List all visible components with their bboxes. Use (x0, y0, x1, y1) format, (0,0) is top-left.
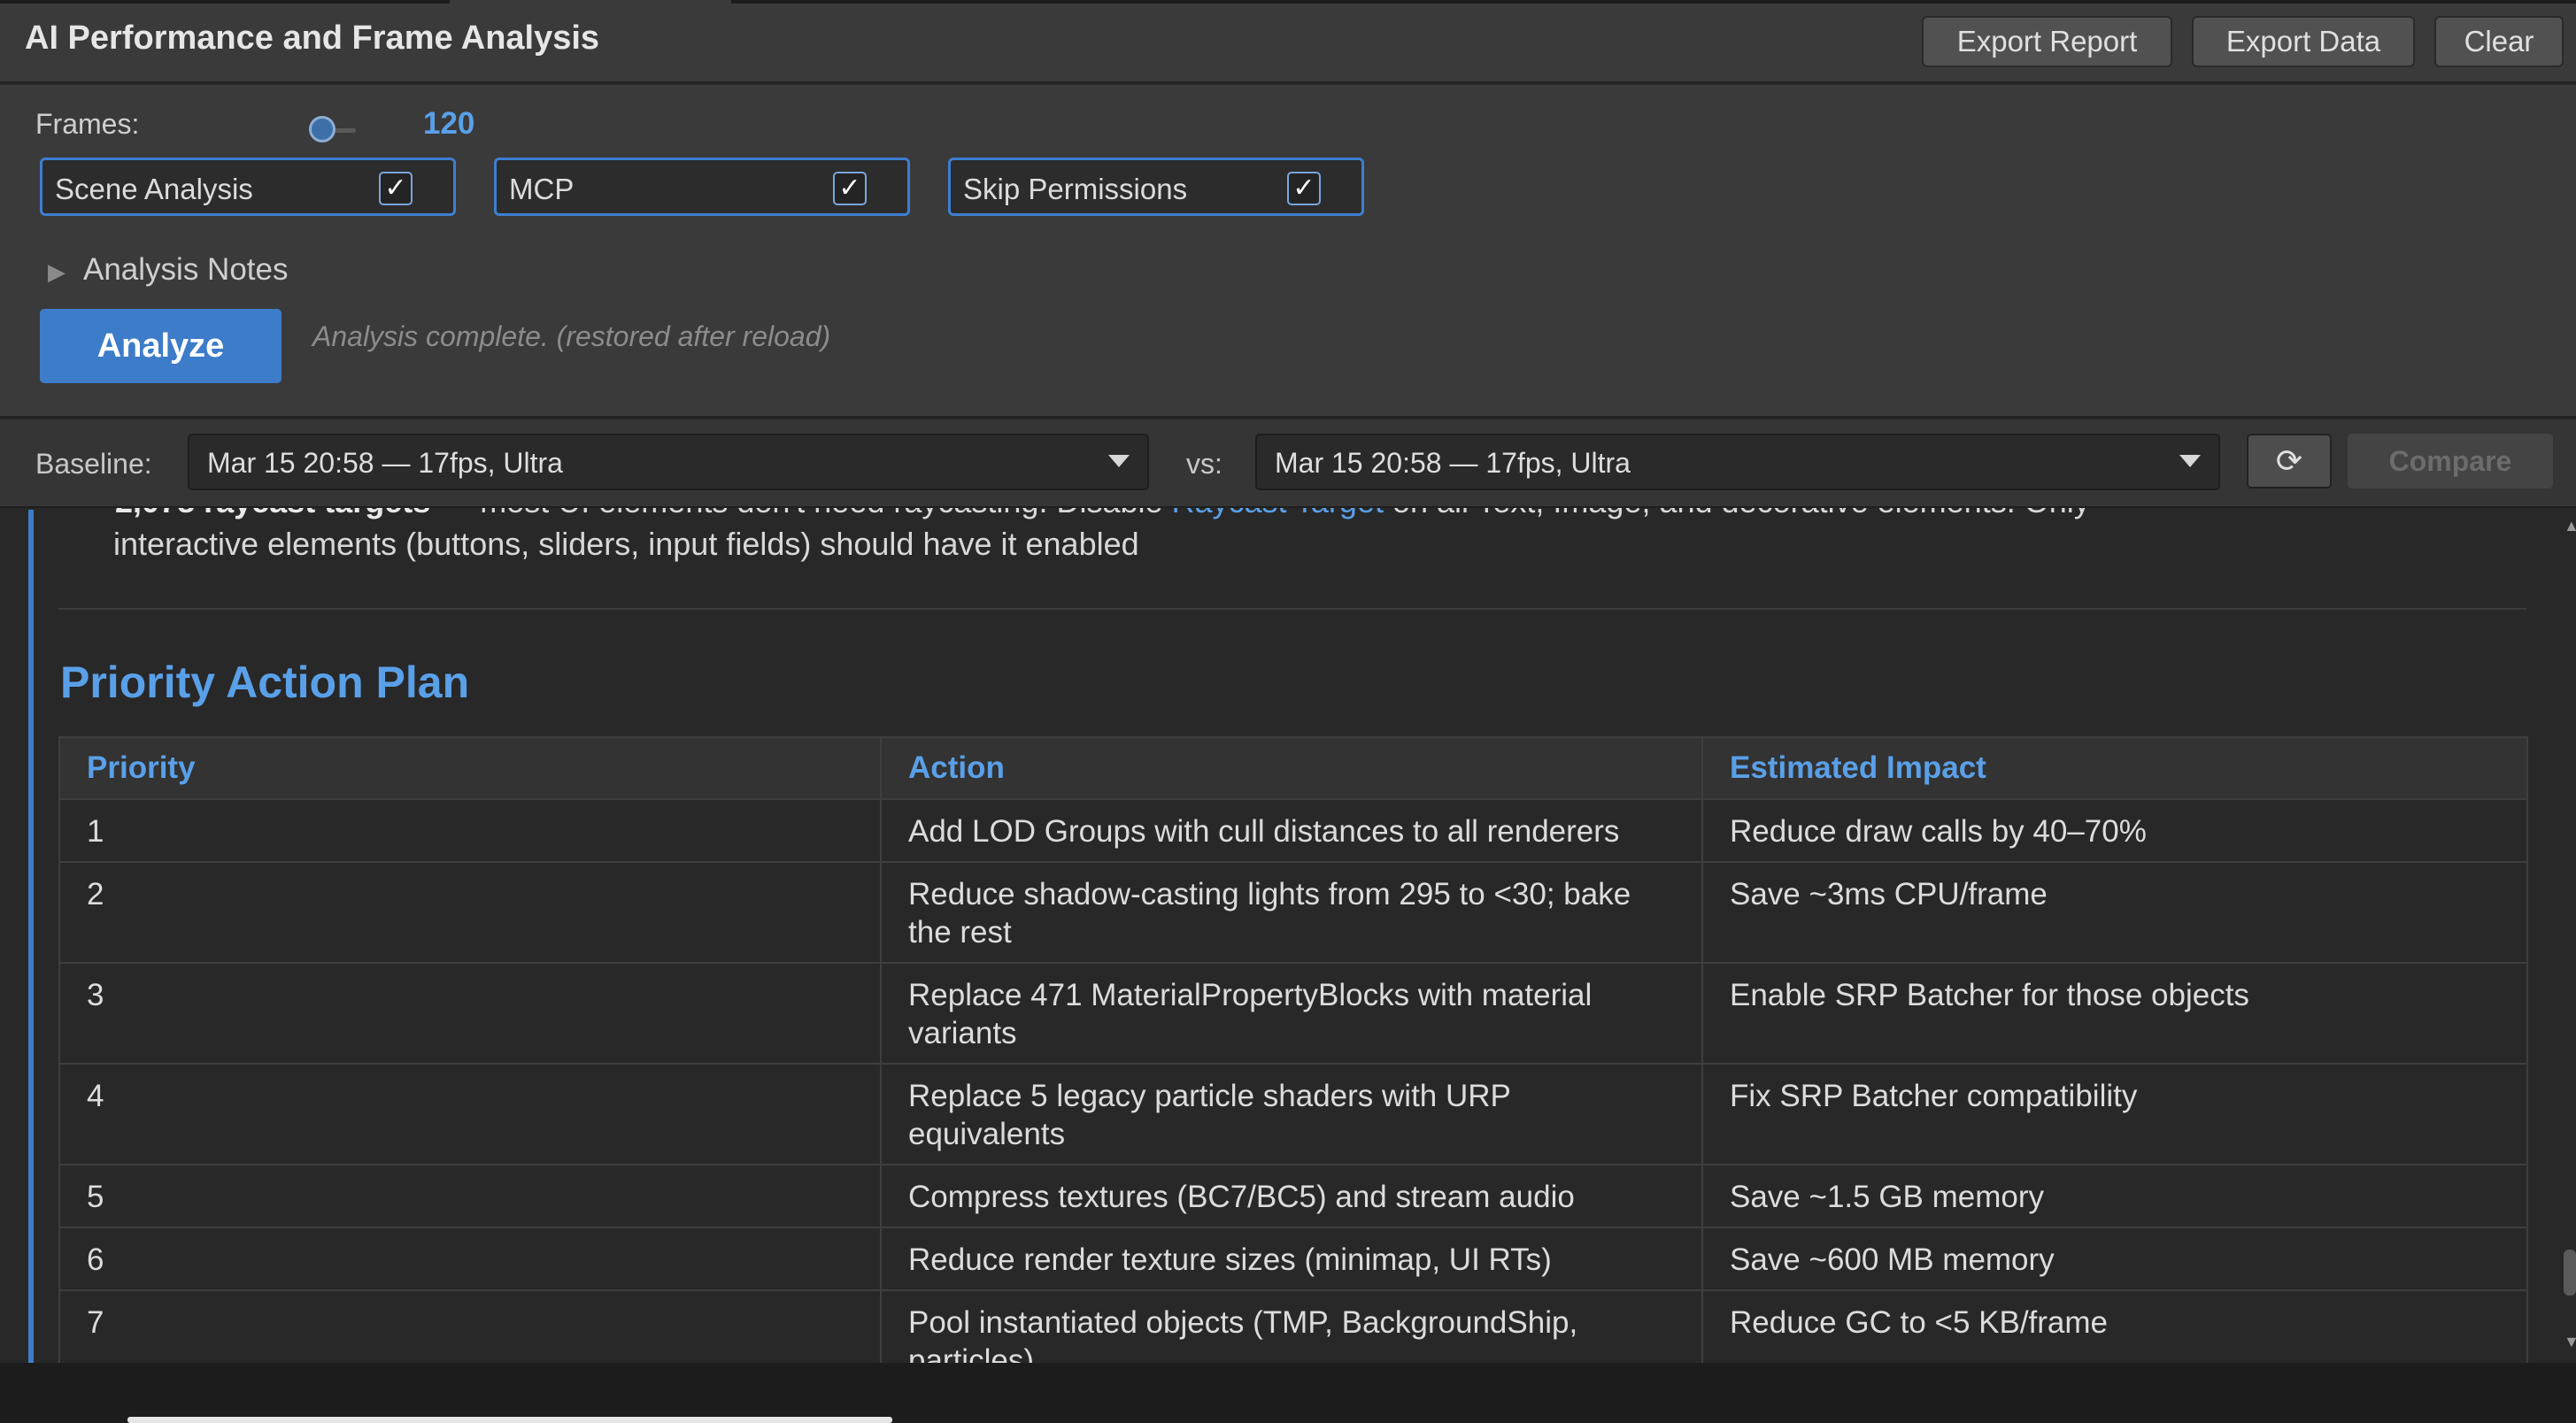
priority-action-plan-heading: Priority Action Plan (60, 658, 470, 707)
report-bullet-continuation: interactive elements (buttons, sliders, … (113, 526, 1139, 562)
refresh-button[interactable]: ⟳ (2247, 434, 2332, 488)
baseline-label: Baseline: (35, 448, 152, 480)
column-header-priority: Priority (58, 736, 882, 800)
cell-impact: Save ~3ms CPU/frame (1701, 861, 2528, 964)
vs-selected-value: Mar 15 20:58 — 17fps, Ultra (1275, 447, 1631, 479)
toggle-label: Scene Analysis (55, 173, 253, 205)
caret-down-icon (2179, 455, 2201, 467)
toggle-mcp[interactable]: MCP ✓ (494, 158, 910, 216)
frames-slider-handle[interactable] (309, 116, 335, 142)
table-row: 3 Replace 471 MaterialPropertyBlocks wit… (58, 962, 2528, 1065)
cell-priority: 6 (58, 1227, 882, 1291)
table-header-row: Priority Action Estimated Impact (58, 736, 2528, 800)
toggle-label: Skip Permissions (963, 173, 1188, 205)
cell-action: Reduce render texture sizes (minimap, UI… (880, 1227, 1703, 1291)
section-divider (58, 608, 2526, 610)
export-data-button[interactable]: Export Data (2192, 16, 2415, 67)
report-accent-bar (28, 510, 34, 1363)
cell-impact: Fix SRP Batcher compatibility (1701, 1063, 2528, 1165)
settings-panel (0, 85, 2576, 418)
frames-value: 120 (423, 106, 475, 141)
analyze-button[interactable]: Analyze (40, 309, 282, 383)
priority-action-table: Priority Action Estimated Impact 1 Add L… (58, 736, 2528, 1392)
analysis-status: Analysis complete. (restored after reloa… (312, 320, 831, 352)
checkmark-icon[interactable]: ✓ (833, 172, 867, 205)
table-row: 5 Compress textures (BC7/BC5) and stream… (58, 1164, 2528, 1228)
bottom-bar (0, 1363, 2576, 1423)
table-row: 4 Replace 5 legacy particle shaders with… (58, 1063, 2528, 1165)
cell-priority: 4 (58, 1063, 882, 1165)
cell-action: Replace 5 legacy particle shaders with U… (880, 1063, 1703, 1165)
cell-priority: 5 (58, 1164, 882, 1228)
checkmark-icon[interactable]: ✓ (379, 172, 413, 205)
table-row: 1 Add LOD Groups with cull distances to … (58, 798, 2528, 863)
cell-action: Replace 471 MaterialPropertyBlocks with … (880, 962, 1703, 1065)
export-report-button[interactable]: Export Report (1922, 16, 2172, 67)
checkmark-icon[interactable]: ✓ (1287, 172, 1321, 205)
vs-label: vs: (1186, 448, 1222, 480)
window-title: AI Performance and Frame Analysis (25, 19, 600, 57)
cell-action: Compress textures (BC7/BC5) and stream a… (880, 1164, 1703, 1228)
vs-dropdown[interactable]: Mar 15 20:58 — 17fps, Ultra (1255, 434, 2220, 490)
cell-priority: 3 (58, 962, 882, 1065)
toggle-scene-analysis[interactable]: Scene Analysis ✓ (40, 158, 456, 216)
cell-priority: 1 (58, 798, 882, 863)
toggle-label: MCP (509, 173, 575, 205)
caret-down-icon (1108, 455, 1130, 467)
cell-action: Add LOD Groups with cull distances to al… (880, 798, 1703, 863)
baseline-dropdown[interactable]: Mar 15 20:58 — 17fps, Ultra (188, 434, 1149, 490)
bottom-tab-indicator (127, 1417, 892, 1423)
column-header-action: Action (880, 736, 1703, 800)
refresh-icon: ⟳ (2275, 442, 2303, 479)
cell-impact: Enable SRP Batcher for those objects (1701, 962, 2528, 1065)
cell-action: Reduce shadow-casting lights from 295 to… (880, 861, 1703, 964)
frames-label: Frames: (35, 108, 140, 140)
cell-impact: Save ~600 MB memory (1701, 1227, 2528, 1291)
scroll-up-arrow[interactable]: ▲ (2564, 517, 2576, 535)
cell-impact: Reduce draw calls by 40–70% (1701, 798, 2528, 863)
cell-priority: 2 (58, 861, 882, 964)
column-header-impact: Estimated Impact (1701, 736, 2528, 800)
compare-button[interactable]: Compare (2348, 434, 2553, 488)
cell-impact: Save ~1.5 GB memory (1701, 1164, 2528, 1228)
table-row: 2 Reduce shadow-casting lights from 295 … (58, 861, 2528, 964)
toggle-skip-permissions[interactable]: Skip Permissions ✓ (948, 158, 1364, 216)
table-row: 6 Reduce render texture sizes (minimap, … (58, 1227, 2528, 1291)
scroll-down-arrow[interactable]: ▼ (2564, 1333, 2576, 1351)
analysis-notes-foldout[interactable]: Analysis Notes (83, 252, 288, 288)
triangle-right-icon[interactable]: ▶ (48, 258, 66, 286)
baseline-selected-value: Mar 15 20:58 — 17fps, Ultra (207, 447, 563, 479)
clear-button[interactable]: Clear (2434, 16, 2564, 67)
scrollbar-thumb[interactable] (2564, 1250, 2576, 1296)
